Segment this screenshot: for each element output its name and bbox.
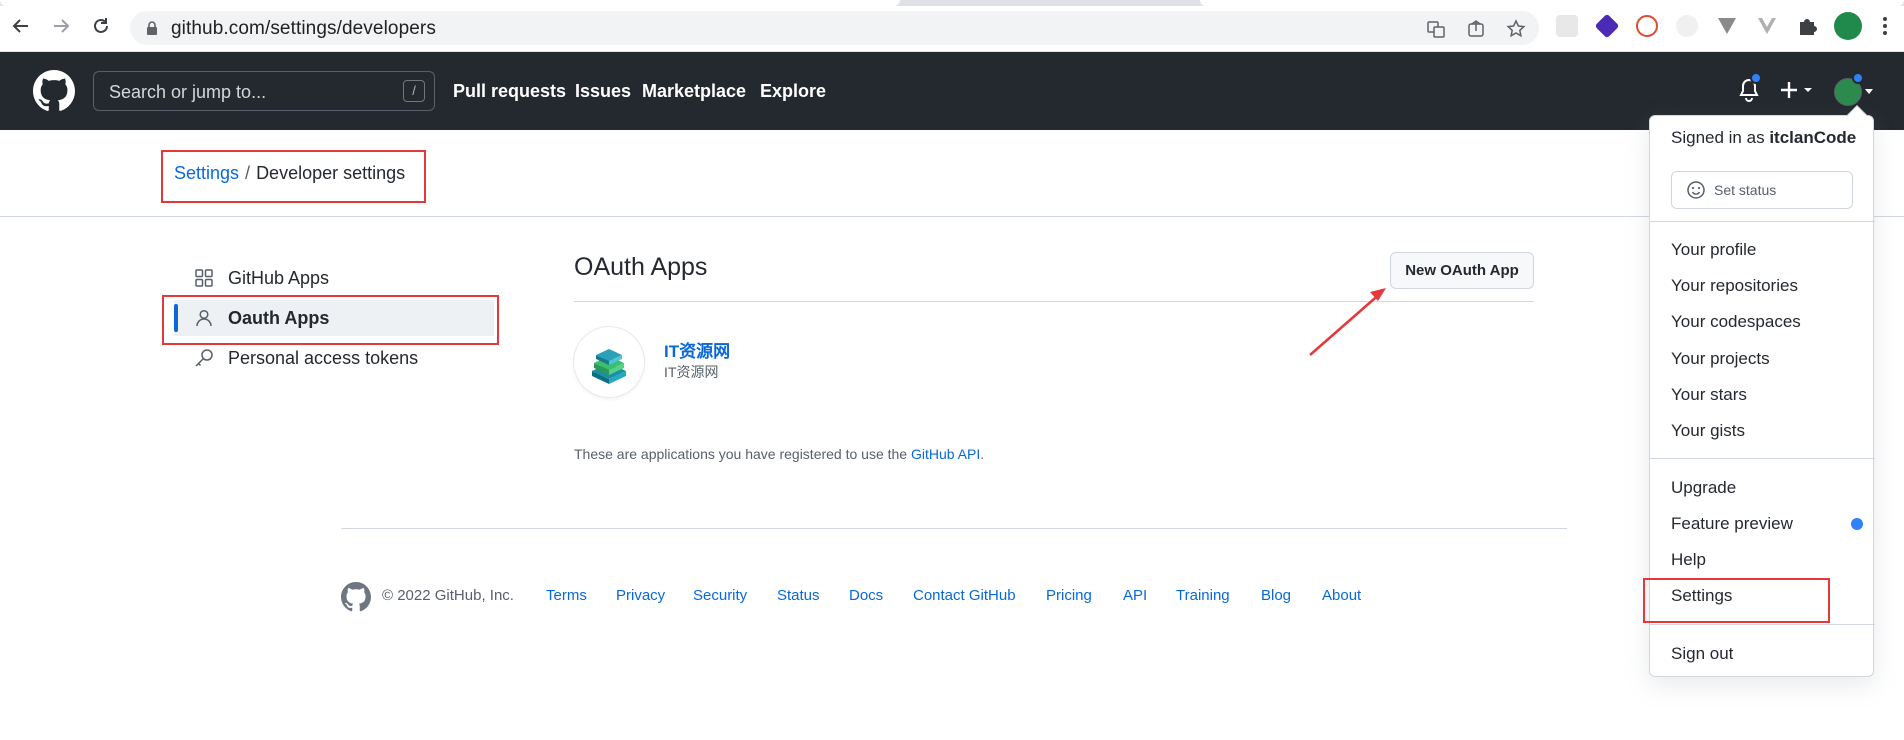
- annotation-highlight-box: [161, 150, 426, 203]
- lock-icon: [147, 21, 157, 35]
- footer-link-privacy[interactable]: Privacy: [616, 587, 665, 604]
- sidebar-item-label: Personal access tokens: [228, 347, 419, 368]
- menu-item-feature-preview[interactable]: Feature preview: [1671, 514, 1793, 534]
- footer-link-security[interactable]: Security: [693, 587, 747, 604]
- menu-item-your-codespaces[interactable]: Your codespaces: [1671, 312, 1801, 332]
- sidebar-item-label: GitHub Apps: [228, 267, 330, 288]
- menu-item-upgrade[interactable]: Upgrade: [1671, 478, 1736, 498]
- menu-item-sign-out[interactable]: Sign out: [1671, 644, 1733, 664]
- footer-copyright: © 2022 GitHub, Inc.: [382, 587, 514, 604]
- search-shortcut-key: /: [403, 80, 425, 102]
- footer-link-training[interactable]: Training: [1176, 587, 1230, 604]
- signed-in-label: Signed in as: [1671, 128, 1765, 147]
- annotation-arrow: [1309, 288, 1386, 356]
- books-icon: [592, 349, 626, 384]
- app-logo[interactable]: [574, 327, 644, 397]
- notification-dot: [1750, 72, 1762, 84]
- footer-link-status[interactable]: Status: [777, 587, 820, 604]
- menu-divider: [1650, 458, 1875, 459]
- annotation-highlight-box: [162, 295, 499, 345]
- sidebar-item-github-apps[interactable]: GitHub Apps: [174, 260, 494, 296]
- set-status-label: Set status: [1714, 182, 1777, 198]
- footer-divider: [341, 528, 1567, 529]
- menu-item-your-profile[interactable]: Your profile: [1671, 240, 1756, 260]
- menu-item-your-gists[interactable]: Your gists: [1671, 421, 1745, 441]
- nav-pull-requests[interactable]: Pull requests: [453, 81, 566, 102]
- set-status-button[interactable]: Set status: [1671, 171, 1853, 209]
- nav-issues[interactable]: Issues: [575, 81, 631, 102]
- vue-devtools-icon[interactable]: [1756, 15, 1778, 37]
- app-description: IT资源网: [664, 364, 719, 380]
- search-input[interactable]: Search or jump to... /: [93, 71, 435, 111]
- menu-item-your-projects[interactable]: Your projects: [1671, 349, 1770, 369]
- star-icon[interactable]: [1506, 19, 1526, 39]
- nav-explore[interactable]: Explore: [760, 81, 826, 102]
- annotation-highlight-box: [1643, 578, 1830, 623]
- profile-avatar-icon[interactable]: [1834, 12, 1862, 40]
- github-api-link[interactable]: GitHub API: [911, 446, 980, 462]
- reload-icon[interactable]: [89, 14, 113, 38]
- avatar-status-dot: [1852, 72, 1864, 84]
- back-icon[interactable]: [9, 14, 33, 38]
- smiley-icon: [1687, 181, 1705, 199]
- new-oauth-app-button[interactable]: New OAuth App: [1390, 252, 1534, 289]
- address-bar[interactable]: github.com/settings/developers: [130, 11, 1539, 45]
- page-title: OAuth Apps: [574, 253, 708, 281]
- footer-link-terms[interactable]: Terms: [546, 587, 587, 604]
- info-prefix: These are applications you have register…: [574, 446, 911, 462]
- footer-link-blog[interactable]: Blog: [1261, 587, 1291, 604]
- translate-icon[interactable]: [1426, 19, 1446, 39]
- apps-grid-icon: [194, 268, 214, 288]
- key-icon: [194, 348, 214, 368]
- tab-strip: [0, 0, 1904, 6]
- footer-link-pricing[interactable]: Pricing: [1046, 587, 1092, 604]
- header-divider: [0, 216, 1904, 217]
- footer-link-api[interactable]: API: [1123, 587, 1147, 604]
- nav-marketplace[interactable]: Marketplace: [642, 81, 746, 102]
- menu-divider: [1650, 624, 1875, 625]
- forward-icon[interactable]: [49, 14, 73, 38]
- menu-divider: [1650, 221, 1875, 222]
- menu-item-help[interactable]: Help: [1671, 550, 1706, 570]
- info-suffix: .: [980, 446, 985, 462]
- extension-icon[interactable]: [1556, 15, 1578, 37]
- extension-icon[interactable]: [1636, 15, 1658, 37]
- extension-badge-icon[interactable]: [1594, 13, 1620, 39]
- sidebar-item-personal-access-tokens[interactable]: Personal access tokens: [174, 340, 494, 376]
- username: itclanCode: [1769, 128, 1857, 147]
- vue-devtools-icon[interactable]: [1716, 15, 1738, 37]
- puzzle-icon[interactable]: [1796, 15, 1818, 37]
- browser-toolbar: github.com/settings/developers: [0, 0, 1904, 52]
- create-new-icon[interactable]: [1780, 80, 1816, 100]
- kebab-menu-icon[interactable]: [1874, 15, 1896, 37]
- github-logo-icon[interactable]: [33, 70, 75, 112]
- footer-link-contact[interactable]: Contact GitHub: [913, 587, 1016, 604]
- url-text: github.com/settings/developers: [171, 18, 436, 39]
- feature-preview-dot: [1851, 518, 1863, 530]
- extension-icon[interactable]: [1676, 15, 1698, 37]
- footer-link-docs[interactable]: Docs: [849, 587, 883, 604]
- chevron-down-icon[interactable]: [1864, 88, 1874, 96]
- signed-in-header: Signed in as itclanCode: [1671, 128, 1856, 148]
- app-name-link[interactable]: IT资源网: [664, 337, 730, 362]
- github-header: Search or jump to... / Pull requests Iss…: [0, 52, 1904, 130]
- share-icon[interactable]: [1466, 19, 1486, 39]
- search-placeholder: Search or jump to...: [109, 82, 267, 102]
- footer-link-about[interactable]: About: [1322, 587, 1361, 604]
- info-text: These are applications you have register…: [574, 446, 984, 462]
- menu-item-your-stars[interactable]: Your stars: [1671, 385, 1747, 405]
- menu-item-your-repositories[interactable]: Your repositories: [1671, 276, 1798, 296]
- github-logo-icon[interactable]: [341, 582, 371, 612]
